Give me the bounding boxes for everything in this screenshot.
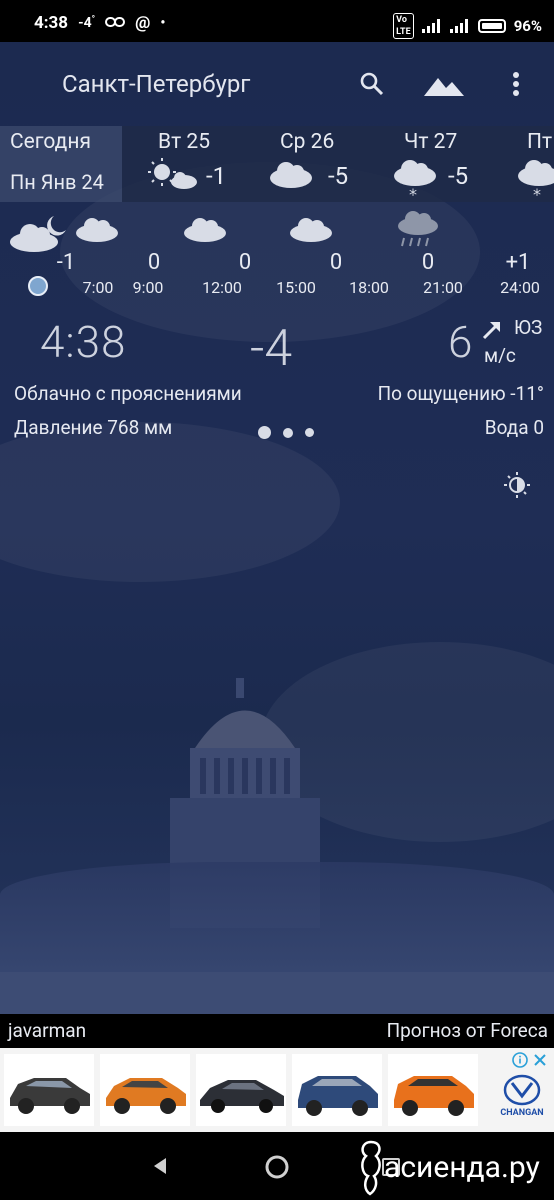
cloud-icon (288, 214, 334, 246)
city-title[interactable]: Санкт-Петербург (62, 70, 250, 98)
day-temp: -5 (448, 162, 469, 190)
day-tue[interactable]: Вт 25 -1 (140, 126, 240, 202)
ad-info-icon[interactable] (512, 1052, 528, 1072)
cloud-icon (182, 214, 228, 246)
day-temp: -5 (328, 162, 349, 190)
day-name: Вт 25 (158, 130, 210, 154)
hour-temp: -1 (56, 250, 76, 275)
day-name: Сегодня (10, 130, 91, 154)
ad-banner[interactable]: CHANGAN (0, 1048, 554, 1132)
day-thu[interactable]: Чт 27 * -5 (390, 126, 490, 204)
hour-temp: 0 (329, 250, 343, 275)
brand-logo[interactable]: CHANGAN (494, 1074, 550, 1118)
day-wed[interactable]: Ср 26 -5 (266, 126, 366, 202)
wind-direction: ЮЗ (514, 316, 543, 339)
sun-settings-icon[interactable] (502, 470, 532, 504)
pressure: Давление 768 мм (14, 416, 173, 439)
day-today[interactable]: Сегодня Пн Янв 24 (0, 126, 122, 202)
ad-close-icon[interactable] (532, 1052, 548, 1072)
water-temp: Вода 0 (484, 416, 544, 439)
photo-author[interactable]: javarman (8, 1019, 86, 1042)
current-time: 4:38 (40, 316, 127, 368)
volte-icon: Vo LTE (393, 13, 414, 39)
watermark-text: асиенда.ру (384, 1150, 540, 1185)
hour-temp: 0 (421, 250, 435, 275)
cloud-rain-icon (396, 208, 440, 256)
hour-time: 9:00 (132, 278, 164, 297)
cloud-icon (74, 214, 120, 246)
sun-cloud-icon (144, 156, 200, 196)
day-temp: -1 (206, 162, 227, 190)
forecast-provider[interactable]: Прогноз от Foreca (387, 1019, 548, 1042)
signal-icon (449, 19, 470, 33)
notification-dot-icon: • (160, 15, 166, 31)
hour-time: 21:00 (423, 278, 463, 297)
hour-time: 7:00 (82, 278, 114, 297)
car-image[interactable] (292, 1054, 382, 1126)
status-bar: 4:38 -4° @ • Vo LTE 96% (0, 0, 554, 42)
hour-temp: 0 (147, 250, 161, 275)
signal-4g-icon (421, 19, 442, 33)
svg-text:*: * (533, 185, 541, 200)
back-button[interactable] (150, 1156, 170, 1180)
car-image[interactable] (196, 1054, 286, 1126)
day-name: Пт (527, 130, 553, 154)
car-image[interactable] (4, 1054, 94, 1126)
svg-text:*: * (409, 185, 417, 200)
hourly-forecast: -1 0 0 0 0 +1 7:00 9:00 12:00 15:00 18:0… (0, 202, 554, 300)
system-nav-bar: асиенда.ру (0, 1132, 554, 1200)
hour-temp: 0 (238, 250, 252, 275)
hour-time: 18:00 (349, 278, 389, 297)
wind-unit: м/с (484, 344, 516, 367)
car-image[interactable] (388, 1054, 478, 1126)
wind-speed: 6 (448, 316, 473, 368)
hour-time: 12:00 (202, 278, 242, 297)
search-icon[interactable] (358, 70, 388, 100)
more-menu-icon[interactable] (506, 70, 526, 100)
hour-time: 15:00 (276, 278, 316, 297)
status-time: 4:38 (34, 13, 69, 33)
hour-time: 24:00 (500, 278, 540, 297)
wind-arrow-icon (480, 318, 504, 346)
status-temp: -4° (78, 15, 96, 31)
current-time-marker (28, 276, 48, 296)
condition-text: Облачно с прояснениями (14, 382, 242, 405)
day-name: Ср 26 (280, 130, 335, 154)
brand-name: CHANGAN (500, 1108, 544, 1118)
feels-like: По ощущению -11° (377, 382, 544, 405)
daily-forecast-strip: Сегодня Пн Янв 24 Вт 25 -1 Ср 26 -5 Чт 2… (0, 126, 554, 204)
day-fri[interactable]: Пт * (514, 126, 554, 202)
at-icon: @ (135, 13, 151, 33)
landscape-icon[interactable] (422, 70, 466, 100)
page-indicator[interactable] (258, 426, 314, 439)
cloud-icon (268, 156, 314, 194)
day-date: Пн Янв 24 (10, 170, 104, 194)
battery-icon (477, 19, 506, 33)
current-temp: -4 (250, 320, 293, 378)
app-bar: Санкт-Петербург (0, 42, 554, 126)
cloud-snow-icon: * (516, 156, 554, 202)
home-button[interactable] (264, 1154, 290, 1184)
cloud-snow-icon: * (392, 156, 438, 204)
car-image[interactable] (100, 1054, 190, 1126)
day-name: Чт 27 (404, 130, 458, 154)
link-icon (105, 13, 126, 33)
battery-percent: 96% (513, 17, 542, 35)
changan-logo-icon (503, 1074, 541, 1106)
hour-temp: +1 (505, 250, 531, 275)
weather-app: 4:38 -4° @ • Vo LTE 96% Санкт-Петербург … (0, 0, 554, 1200)
credits-bar: javarman Прогноз от Foreca (0, 1014, 554, 1048)
